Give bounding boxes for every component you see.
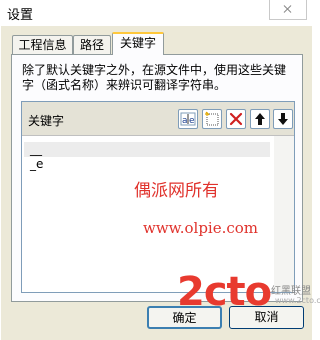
tab-project-info[interactable]: 工程信息 <box>12 35 73 54</box>
list-item[interactable]: _e <box>24 157 270 172</box>
add-keyword-button[interactable] <box>202 109 222 129</box>
window-title: 设置 <box>7 8 34 23</box>
title-bar: 设置 <box>1 0 313 26</box>
move-down-button[interactable] <box>273 109 293 129</box>
watermark-logo-sub: 红黑联盟 <box>271 286 311 297</box>
keywords-list-header: 关键字 a e <box>22 102 294 136</box>
new-keyword-button[interactable]: a e <box>178 109 198 129</box>
delete-x-icon <box>229 112 243 126</box>
tab-keywords[interactable]: 关键字 <box>112 32 164 55</box>
watermark-site-url: www.olpie.com <box>143 219 259 237</box>
move-up-button[interactable] <box>250 109 270 129</box>
svg-text:a: a <box>182 116 188 126</box>
new-item-icon <box>205 111 219 126</box>
ab-text-icon: a e <box>180 112 196 126</box>
list-item[interactable]: __ <box>24 142 270 157</box>
svg-text:e: e <box>189 116 195 126</box>
tab-label: 路径 <box>79 38 104 52</box>
keywords-description: 除了默认关键字之外，在源文件中，使用这些关键字（函式名称）来辨识可翻译字符串。 <box>22 63 287 92</box>
arrow-up-icon <box>255 113 265 125</box>
arrow-down-icon <box>278 113 288 125</box>
watermark-logo-url: www.2cto.com <box>275 296 320 305</box>
settings-dialog: 设置 工程信息 路径 关键字 除了默认关键字之外，在源文件中，使用这些关键字（函… <box>0 0 320 340</box>
tab-label: 工程信息 <box>18 38 67 52</box>
tab-label: 关键字 <box>119 36 156 50</box>
watermark-logo: 2cto <box>177 269 272 315</box>
delete-keyword-button[interactable] <box>226 109 246 129</box>
tab-paths[interactable]: 路径 <box>73 35 111 54</box>
list-scroll-area <box>274 136 294 292</box>
close-button[interactable] <box>269 0 307 20</box>
keywords-list[interactable]: __ _e <box>24 142 270 172</box>
watermark-site-name: 偶派网所有 <box>134 181 219 201</box>
keywords-header-label: 关键字 <box>28 114 65 128</box>
